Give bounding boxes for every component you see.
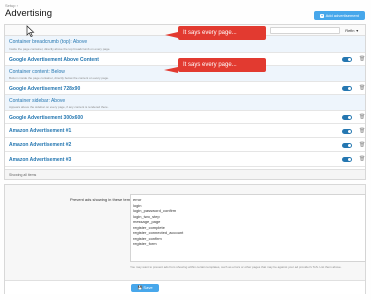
ad-position-title[interactable]: Container breadcrumb (top): Above [9, 39, 87, 45]
ad-row[interactable]: Google Advertisement 728x90 🗑 [5, 82, 365, 95]
ad-row[interactable]: Amazon Advertisement #2 🗑 [5, 138, 365, 152]
ad-row[interactable]: Google Advertisement 300x600 🗑 [5, 111, 365, 124]
delete-icon[interactable]: 🗑 [359, 86, 365, 91]
annotation-arrow [165, 32, 178, 38]
advertisement-list: Refin ▼ Container breadcrumb (top): Abov… [4, 24, 366, 180]
annotation-arrow [164, 67, 178, 73]
cursor-icon [26, 25, 35, 37]
ad-position-title[interactable]: Container sidebar: Above [9, 98, 65, 104]
template-item: register_form [133, 241, 157, 246]
templates-textarea[interactable]: error login login_password_confirm login… [130, 194, 366, 262]
page-title: Advertising [5, 8, 52, 19]
ad-position-description: Bottom inside the page container, direct… [9, 76, 109, 80]
save-icon: 💾 [137, 285, 143, 290]
ad-title[interactable]: Amazon Advertisement #2 [9, 142, 71, 148]
ad-active-toggle[interactable] [342, 128, 352, 134]
save-button[interactable]: 💾 Save [131, 283, 159, 292]
ad-active-toggle[interactable] [342, 86, 352, 91]
delete-icon[interactable]: 🗑 [359, 128, 365, 134]
annotation-text: It says every page... [183, 62, 237, 68]
ad-title[interactable]: Google Advertisement 728x90 [9, 86, 80, 92]
delete-icon[interactable]: 🗑 [359, 142, 365, 148]
ad-title[interactable]: Google Advertisement 300x600 [9, 115, 83, 121]
ad-position-row[interactable]: Container sidebar: Above Appears above t… [5, 95, 365, 111]
templates-explain: You may want to prevent ads from showing… [130, 265, 342, 269]
chevron-down-icon: ▼ [355, 28, 359, 33]
annotation-callout: It says every page... [178, 58, 266, 72]
ad-position-description: Appears above the sidebar on every page,… [9, 105, 109, 109]
add-advertisement-button[interactable]: + Add advertisement [314, 11, 365, 20]
footer-text: Showing all items [9, 173, 37, 177]
refine-button[interactable]: Refin ▼ [345, 27, 359, 34]
ad-active-toggle[interactable] [342, 57, 352, 62]
template-settings-form: Prevent ads showing in these templates: … [4, 184, 366, 294]
ad-active-toggle[interactable] [342, 142, 352, 148]
ad-title[interactable]: Amazon Advertisement #1 [9, 128, 71, 134]
ad-title[interactable]: Amazon Advertisement #3 [9, 157, 71, 163]
ad-title[interactable]: Google Advertisement Above Content [9, 57, 99, 63]
delete-icon[interactable]: 🗑 [359, 157, 365, 162]
form-submit-row: 💾 Save [5, 280, 365, 294]
delete-icon[interactable]: 🗑 [359, 115, 365, 120]
annotation-callout: It says every page... [178, 26, 266, 40]
ad-active-toggle[interactable] [342, 115, 352, 120]
template-item: error [133, 197, 142, 202]
add-advertisement-label: Add advertisement [325, 13, 359, 18]
plus-icon: + [320, 12, 325, 18]
ad-position-description: Inside the page container, directly abov… [9, 46, 111, 51]
ad-row[interactable]: Amazon Advertisement #3 🗑 [5, 152, 365, 167]
form-body: Prevent ads showing in these templates: … [5, 185, 366, 280]
ad-row[interactable]: Amazon Advertisement #1 🗑 [5, 124, 365, 138]
annotation-text: It says every page... [183, 30, 237, 36]
refine-label: Refin [345, 28, 355, 33]
list-footer: Showing all items [5, 169, 365, 179]
save-label: Save [143, 285, 153, 290]
delete-icon[interactable]: 🗑 [359, 57, 365, 62]
filter-input[interactable] [270, 27, 340, 34]
ad-position-title[interactable]: Container content: Below [9, 69, 65, 75]
ad-active-toggle[interactable] [342, 157, 352, 162]
